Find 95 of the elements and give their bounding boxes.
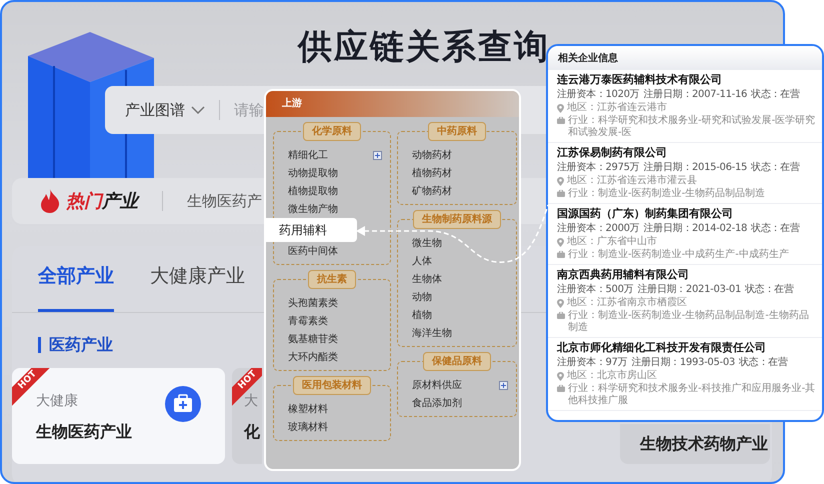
- material-item[interactable]: 原材料供应: [398, 376, 516, 394]
- date-text: 注册日期：2015-06-15: [643, 162, 748, 174]
- material-item[interactable]: 植物药材: [398, 164, 516, 182]
- material-item[interactable]: 动物药材: [398, 146, 516, 164]
- material-item[interactable]: 微生物产物: [274, 200, 390, 218]
- date-text: 注册日期：2014-02-18: [643, 223, 748, 235]
- group-title: 抗生素: [308, 270, 356, 289]
- material-item[interactable]: 动物提取物: [274, 164, 390, 182]
- material-item[interactable]: 矿物药材: [398, 182, 516, 200]
- location-pin-icon: [557, 177, 564, 186]
- material-item[interactable]: 氨基糖苷类: [274, 330, 390, 348]
- hot-industry-label: 热门产业: [66, 190, 138, 213]
- material-item[interactable]: 生物体: [398, 270, 516, 288]
- status-text: 状态：在营: [751, 89, 800, 101]
- category-dropdown[interactable]: 产业图谱: [125, 100, 205, 120]
- company-row[interactable]: 连云港万泰医药辅料技术有限公司 注册资本：1020万 注册日期：2007-11-16 状态：在营 地区：江苏省连云港市 行业：科学研究和技术服务业-研究和试验发展-医学研究和试验发展-医: [548, 70, 822, 143]
- date-text: 注册日期：1993-05-03: [631, 357, 735, 369]
- location-pin-icon: [557, 238, 564, 247]
- chevron-down-icon: [191, 106, 205, 114]
- material-item[interactable]: 植物提取物: [274, 182, 390, 200]
- group-title: 中药原料: [428, 122, 486, 141]
- location-pin-icon: [557, 372, 564, 381]
- section-title: 医药产业: [38, 337, 113, 353]
- panel-title: 相关企业信息: [548, 46, 822, 70]
- material-item[interactable]: 人体: [398, 252, 516, 270]
- industry-text: 行业：科学研究和技术服务业-科技推广和应用服务业-其他科技推广服: [568, 383, 816, 407]
- flame-icon: [40, 189, 60, 213]
- material-item[interactable]: 头孢菌素类: [274, 294, 390, 312]
- company-name: 江苏保易制药有限公司: [557, 146, 668, 160]
- material-item[interactable]: 食品添加剂: [398, 394, 516, 412]
- material-item[interactable]: 医药中间体: [274, 242, 390, 260]
- date-text: 注册日期：2021-03-01: [637, 284, 742, 296]
- industry-tab[interactable]: 全部产业: [38, 263, 114, 312]
- medical-kit-icon: [165, 386, 201, 422]
- briefcase-icon: [557, 117, 565, 124]
- industry-card[interactable]: 生物技术药物产业: [620, 424, 770, 464]
- company-row[interactable]: 江苏保易制药有限公司 注册资本：2975万 注册日期：2015-06-15 状态：在营 地区：江苏省连云港市灌云县 行业：制造业-医药制造业-生物药品制品制造: [548, 143, 822, 204]
- capital-text: 注册资本：500万: [557, 284, 634, 296]
- material-item[interactable]: 玻璃材料: [274, 418, 390, 436]
- search-field[interactable]: 请输: [234, 101, 264, 119]
- region-text: 地区：江苏省连云港市灌云县: [567, 175, 697, 187]
- company-name: 国源国药（广东）制药集团有限公司: [557, 207, 734, 221]
- material-item[interactable]: 动物: [398, 288, 516, 306]
- group-title: 医用包装材料: [293, 376, 371, 395]
- region-text: 地区：广东省中山市: [567, 236, 657, 248]
- group-title: 保健品原料: [423, 352, 491, 371]
- date-text: 注册日期：2007-11-16: [643, 89, 748, 101]
- expand-icon[interactable]: [499, 380, 508, 390]
- card-title: 生物医药产业: [36, 422, 132, 443]
- industry-text: 行业：制造业-医药制造业-生物药品制品制造-生物药品制造: [568, 310, 810, 334]
- region-text: 地区：江苏省南京市栖霞区: [567, 297, 687, 309]
- capital-text: 注册资本：1020万: [557, 89, 640, 101]
- status-text: 状态：在营: [751, 223, 800, 235]
- industry-tab[interactable]: 大健康产业: [150, 263, 245, 312]
- group-title: 化学原料: [303, 122, 361, 141]
- material-item[interactable]: 药用辅料: [265, 218, 357, 242]
- status-text: 状态：在营: [751, 162, 800, 174]
- card-title: 化: [244, 422, 260, 443]
- briefcase-icon: [557, 251, 565, 258]
- page-title: 供应链关系查询: [298, 26, 550, 69]
- card-category: 大: [244, 392, 258, 410]
- capital-text: 注册资本：2000万: [557, 223, 640, 235]
- briefcase-icon: [557, 385, 565, 392]
- material-item[interactable]: 青霉素类: [274, 312, 390, 330]
- material-item[interactable]: 精细化工: [274, 146, 390, 164]
- company-row[interactable]: 南京西典药用辅料有限公司 注册资本：500万 注册日期：2021-03-01 状态：在营 地区：江苏省南京市栖霞区 行业：制造业-医药制造业-生物药品制品制造-生物药品制造: [548, 265, 822, 338]
- industry-text: 行业：制造业-医药制造业-生物药品制品制造: [568, 188, 766, 200]
- material-item[interactable]: 大环内酯类: [274, 348, 390, 366]
- group-title: 生物制药原料源: [413, 210, 501, 229]
- card-title: 生物技术药物产业: [640, 434, 768, 455]
- location-pin-icon: [557, 104, 564, 113]
- material-item[interactable]: 海洋生物: [398, 324, 516, 342]
- company-name: 北京市师化精细化工科技开发有限责任公司: [557, 341, 767, 355]
- company-row[interactable]: 北京市师化精细化工科技开发有限责任公司 注册资本：97万 注册日期：1993-05-03 状态：在营 地区：北京市房山区 行业：科学研究和技术服务业-科技推广和应用服务业-其他科技推广服: [548, 338, 822, 411]
- card-category: 大健康: [36, 392, 78, 410]
- status-text: 状态：在营: [738, 357, 788, 369]
- expand-icon[interactable]: [373, 150, 382, 160]
- industry-text: 行业：制造业-医药制造业-中成药生产-中成药生产: [568, 249, 789, 261]
- industry-text: 行业：科学研究和技术服务业-研究和试验发展-医学研究和试验发展-医: [568, 115, 816, 139]
- briefcase-icon: [557, 190, 565, 197]
- company-name: 连云港万泰医药辅料技术有限公司: [557, 73, 723, 87]
- upstream-header: 上游: [266, 91, 519, 117]
- material-item[interactable]: 微生物: [398, 234, 516, 252]
- region-text: 地区：江苏省连云港市: [567, 102, 667, 114]
- location-pin-icon: [557, 299, 564, 308]
- material-item[interactable]: 橡塑材料: [274, 400, 390, 418]
- company-name: 南京西典药用辅料有限公司: [557, 268, 690, 282]
- briefcase-icon: [557, 312, 565, 319]
- capital-text: 注册资本：2975万: [557, 162, 640, 174]
- capital-text: 注册资本：97万: [557, 357, 628, 369]
- hot-industry-link[interactable]: 生物医药产: [187, 192, 262, 210]
- region-text: 地区：北京市房山区: [567, 370, 657, 382]
- material-item[interactable]: 植物: [398, 306, 516, 324]
- company-row[interactable]: 国源国药（广东）制药集团有限公司 注册资本：2000万 注册日期：2014-02-18 状态：在营 地区：广东省中山市 行业：制造业-医药制造业-中成药生产-中成药生产: [548, 204, 822, 265]
- status-text: 状态：在营: [745, 284, 794, 296]
